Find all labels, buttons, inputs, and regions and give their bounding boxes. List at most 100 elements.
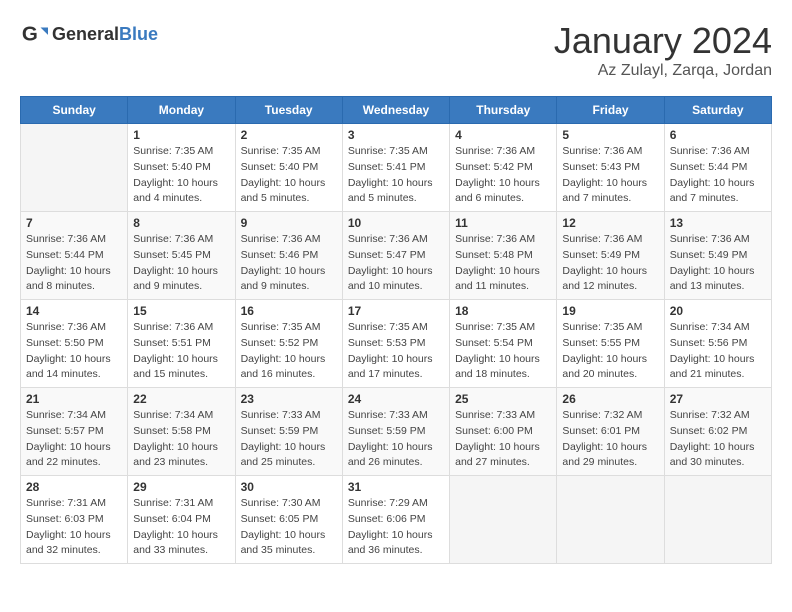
day-number: 26 (562, 392, 658, 406)
day-number: 28 (26, 480, 122, 494)
day-info: Sunrise: 7:36 AMSunset: 5:51 PMDaylight:… (133, 320, 229, 383)
title-area: January 2024 Az Zulayl, Zarqa, Jordan (554, 20, 772, 80)
day-info: Sunrise: 7:34 AMSunset: 5:58 PMDaylight:… (133, 408, 229, 471)
day-number: 27 (670, 392, 766, 406)
day-info: Sunrise: 7:36 AMSunset: 5:49 PMDaylight:… (562, 232, 658, 295)
weekday-header-tuesday: Tuesday (235, 97, 342, 124)
day-number: 16 (241, 304, 337, 318)
day-info: Sunrise: 7:35 AMSunset: 5:40 PMDaylight:… (133, 144, 229, 207)
weekday-header-sunday: Sunday (21, 97, 128, 124)
calendar-cell: 5 Sunrise: 7:36 AMSunset: 5:43 PMDaylight… (557, 124, 664, 212)
day-info: Sunrise: 7:29 AMSunset: 6:06 PMDaylight:… (348, 496, 444, 559)
day-number: 29 (133, 480, 229, 494)
day-info: Sunrise: 7:35 AMSunset: 5:52 PMDaylight:… (241, 320, 337, 383)
calendar-cell: 11Sunrise: 7:36 AMSunset: 5:48 PMDayligh… (450, 212, 557, 300)
day-number: 31 (348, 480, 444, 494)
day-number: 2 (241, 128, 337, 142)
calendar-week-row: 7Sunrise: 7:36 AMSunset: 5:44 PMDaylight… (21, 212, 772, 300)
header: G GeneralBlue January 2024 Az Zulayl, Za… (20, 20, 772, 80)
day-info: Sunrise: 7:36 AMSunset: 5:44 PMDaylight:… (670, 144, 766, 207)
svg-text:G: G (22, 23, 38, 46)
day-info: Sunrise: 7:36 AMSunset: 5:47 PMDaylight:… (348, 232, 444, 295)
day-info: Sunrise: 7:35 AMSunset: 5:54 PMDaylight:… (455, 320, 551, 383)
calendar-week-row: 28 Sunrise: 7:31 AMSunset: 6:03 PMDayligh… (21, 476, 772, 564)
calendar-cell: 29 Sunrise: 7:31 AMSunset: 6:04 PMDayligh… (128, 476, 235, 564)
day-info: Sunrise: 7:36 AMSunset: 5:43 PMDaylight:… (562, 144, 658, 207)
calendar-cell: 26Sunrise: 7:32 AMSunset: 6:01 PMDayligh… (557, 388, 664, 476)
day-number: 5 (562, 128, 658, 142)
calendar-cell: 8Sunrise: 7:36 AMSunset: 5:45 PMDaylight… (128, 212, 235, 300)
day-info: Sunrise: 7:36 AMSunset: 5:48 PMDaylight:… (455, 232, 551, 295)
logo: G GeneralBlue (20, 20, 158, 48)
calendar-cell: 28 Sunrise: 7:31 AMSunset: 6:03 PMDayligh… (21, 476, 128, 564)
calendar-cell: 30 Sunrise: 7:30 AMSunset: 6:05 PMDayligh… (235, 476, 342, 564)
calendar-cell: 6 Sunrise: 7:36 AMSunset: 5:44 PMDaylight… (664, 124, 771, 212)
weekday-header-wednesday: Wednesday (342, 97, 449, 124)
calendar-table: SundayMondayTuesdayWednesdayThursdayFrid… (20, 96, 772, 564)
day-number: 15 (133, 304, 229, 318)
day-info: Sunrise: 7:33 AMSunset: 5:59 PMDaylight:… (348, 408, 444, 471)
day-number: 19 (562, 304, 658, 318)
calendar-week-row: 14Sunrise: 7:36 AMSunset: 5:50 PMDayligh… (21, 300, 772, 388)
calendar-cell: 31 Sunrise: 7:29 AMSunset: 6:06 PMDayligh… (342, 476, 449, 564)
day-number: 20 (670, 304, 766, 318)
calendar-cell: 14Sunrise: 7:36 AMSunset: 5:50 PMDayligh… (21, 300, 128, 388)
day-number: 13 (670, 216, 766, 230)
calendar-cell: 9 Sunrise: 7:36 AMSunset: 5:46 PMDaylight… (235, 212, 342, 300)
calendar-cell: 27 Sunrise: 7:32 AMSunset: 6:02 PMDayligh… (664, 388, 771, 476)
month-title: January 2024 (554, 20, 772, 62)
calendar-cell: 7Sunrise: 7:36 AMSunset: 5:44 PMDaylight… (21, 212, 128, 300)
day-number: 25 (455, 392, 551, 406)
calendar-cell (664, 476, 771, 564)
weekday-header-thursday: Thursday (450, 97, 557, 124)
calendar-cell: 12 Sunrise: 7:36 AMSunset: 5:49 PMDayligh… (557, 212, 664, 300)
calendar-cell: 25 Sunrise: 7:33 AMSunset: 6:00 PMDayligh… (450, 388, 557, 476)
day-info: Sunrise: 7:31 AMSunset: 6:04 PMDaylight:… (133, 496, 229, 559)
calendar-cell (21, 124, 128, 212)
logo-text-general: General (52, 24, 119, 44)
day-info: Sunrise: 7:36 AMSunset: 5:50 PMDaylight:… (26, 320, 122, 383)
logo-text-blue: Blue (119, 24, 158, 44)
day-info: Sunrise: 7:31 AMSunset: 6:03 PMDaylight:… (26, 496, 122, 559)
day-number: 6 (670, 128, 766, 142)
day-info: Sunrise: 7:35 AMSunset: 5:41 PMDaylight:… (348, 144, 444, 207)
day-info: Sunrise: 7:36 AMSunset: 5:49 PMDaylight:… (670, 232, 766, 295)
calendar-week-row: 21Sunrise: 7:34 AMSunset: 5:57 PMDayligh… (21, 388, 772, 476)
calendar-cell: 3Sunrise: 7:35 AMSunset: 5:41 PMDaylight… (342, 124, 449, 212)
day-info: Sunrise: 7:36 AMSunset: 5:44 PMDaylight:… (26, 232, 122, 295)
day-info: Sunrise: 7:33 AMSunset: 6:00 PMDaylight:… (455, 408, 551, 471)
calendar-cell: 18Sunrise: 7:35 AMSunset: 5:54 PMDayligh… (450, 300, 557, 388)
day-number: 24 (348, 392, 444, 406)
calendar-cell: 10Sunrise: 7:36 AMSunset: 5:47 PMDayligh… (342, 212, 449, 300)
day-info: Sunrise: 7:35 AMSunset: 5:53 PMDaylight:… (348, 320, 444, 383)
calendar-cell: 24 Sunrise: 7:33 AMSunset: 5:59 PMDayligh… (342, 388, 449, 476)
day-info: Sunrise: 7:34 AMSunset: 5:56 PMDaylight:… (670, 320, 766, 383)
day-number: 23 (241, 392, 337, 406)
day-info: Sunrise: 7:36 AMSunset: 5:42 PMDaylight:… (455, 144, 551, 207)
day-info: Sunrise: 7:32 AMSunset: 6:02 PMDaylight:… (670, 408, 766, 471)
calendar-cell: 15 Sunrise: 7:36 AMSunset: 5:51 PMDayligh… (128, 300, 235, 388)
day-number: 12 (562, 216, 658, 230)
calendar-cell: 17 Sunrise: 7:35 AMSunset: 5:53 PMDayligh… (342, 300, 449, 388)
weekday-header-monday: Monday (128, 97, 235, 124)
day-number: 17 (348, 304, 444, 318)
day-info: Sunrise: 7:35 AMSunset: 5:40 PMDaylight:… (241, 144, 337, 207)
calendar-cell: 21Sunrise: 7:34 AMSunset: 5:57 PMDayligh… (21, 388, 128, 476)
day-info: Sunrise: 7:33 AMSunset: 5:59 PMDaylight:… (241, 408, 337, 471)
calendar-cell: 19 Sunrise: 7:35 AMSunset: 5:55 PMDayligh… (557, 300, 664, 388)
day-info: Sunrise: 7:34 AMSunset: 5:57 PMDaylight:… (26, 408, 122, 471)
day-info: Sunrise: 7:36 AMSunset: 5:46 PMDaylight:… (241, 232, 337, 295)
calendar-cell: 13 Sunrise: 7:36 AMSunset: 5:49 PMDayligh… (664, 212, 771, 300)
day-info: Sunrise: 7:30 AMSunset: 6:05 PMDaylight:… (241, 496, 337, 559)
weekday-header-row: SundayMondayTuesdayWednesdayThursdayFrid… (21, 97, 772, 124)
day-number: 9 (241, 216, 337, 230)
day-info: Sunrise: 7:35 AMSunset: 5:55 PMDaylight:… (562, 320, 658, 383)
logo-icon: G (20, 20, 48, 48)
day-number: 8 (133, 216, 229, 230)
calendar-cell: 1 Sunrise: 7:35 AMSunset: 5:40 PMDaylight… (128, 124, 235, 212)
weekday-header-saturday: Saturday (664, 97, 771, 124)
calendar-cell (450, 476, 557, 564)
day-number: 30 (241, 480, 337, 494)
calendar-cell: 23 Sunrise: 7:33 AMSunset: 5:59 PMDayligh… (235, 388, 342, 476)
day-number: 1 (133, 128, 229, 142)
